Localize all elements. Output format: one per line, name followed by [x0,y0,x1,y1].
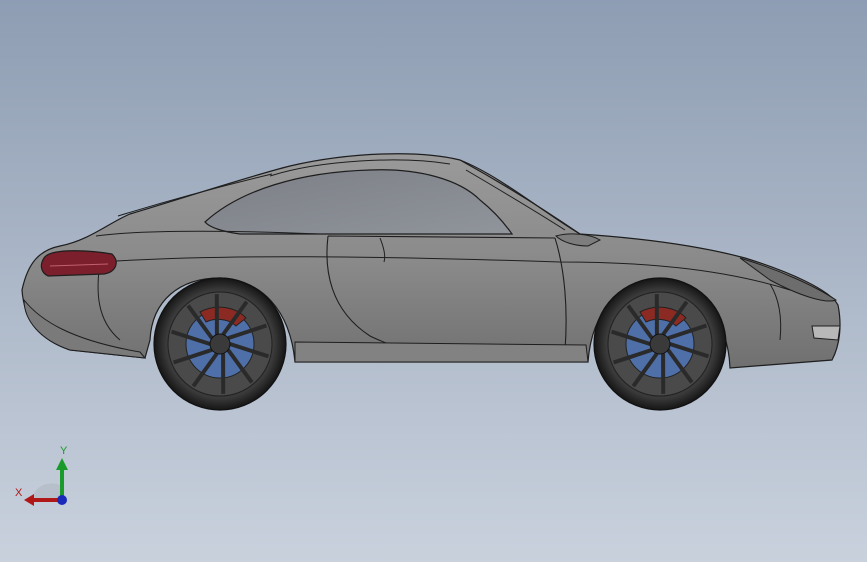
car-model[interactable] [0,0,867,562]
graphics-viewport[interactable]: Y X [0,0,867,562]
triad-plane [32,483,62,500]
front-indicator [811,325,841,341]
axis-triad: Y X [15,445,68,506]
x-axis-label: X [15,487,23,499]
rocker-panel [294,341,589,363]
y-axis-label: Y [60,445,68,457]
rear-wheel [153,277,287,411]
front-wheel [593,277,727,411]
z-axis-dot [57,495,67,505]
x-axis-arrowhead [24,494,34,506]
y-axis-arrowhead [56,458,68,470]
taillight [40,250,117,277]
